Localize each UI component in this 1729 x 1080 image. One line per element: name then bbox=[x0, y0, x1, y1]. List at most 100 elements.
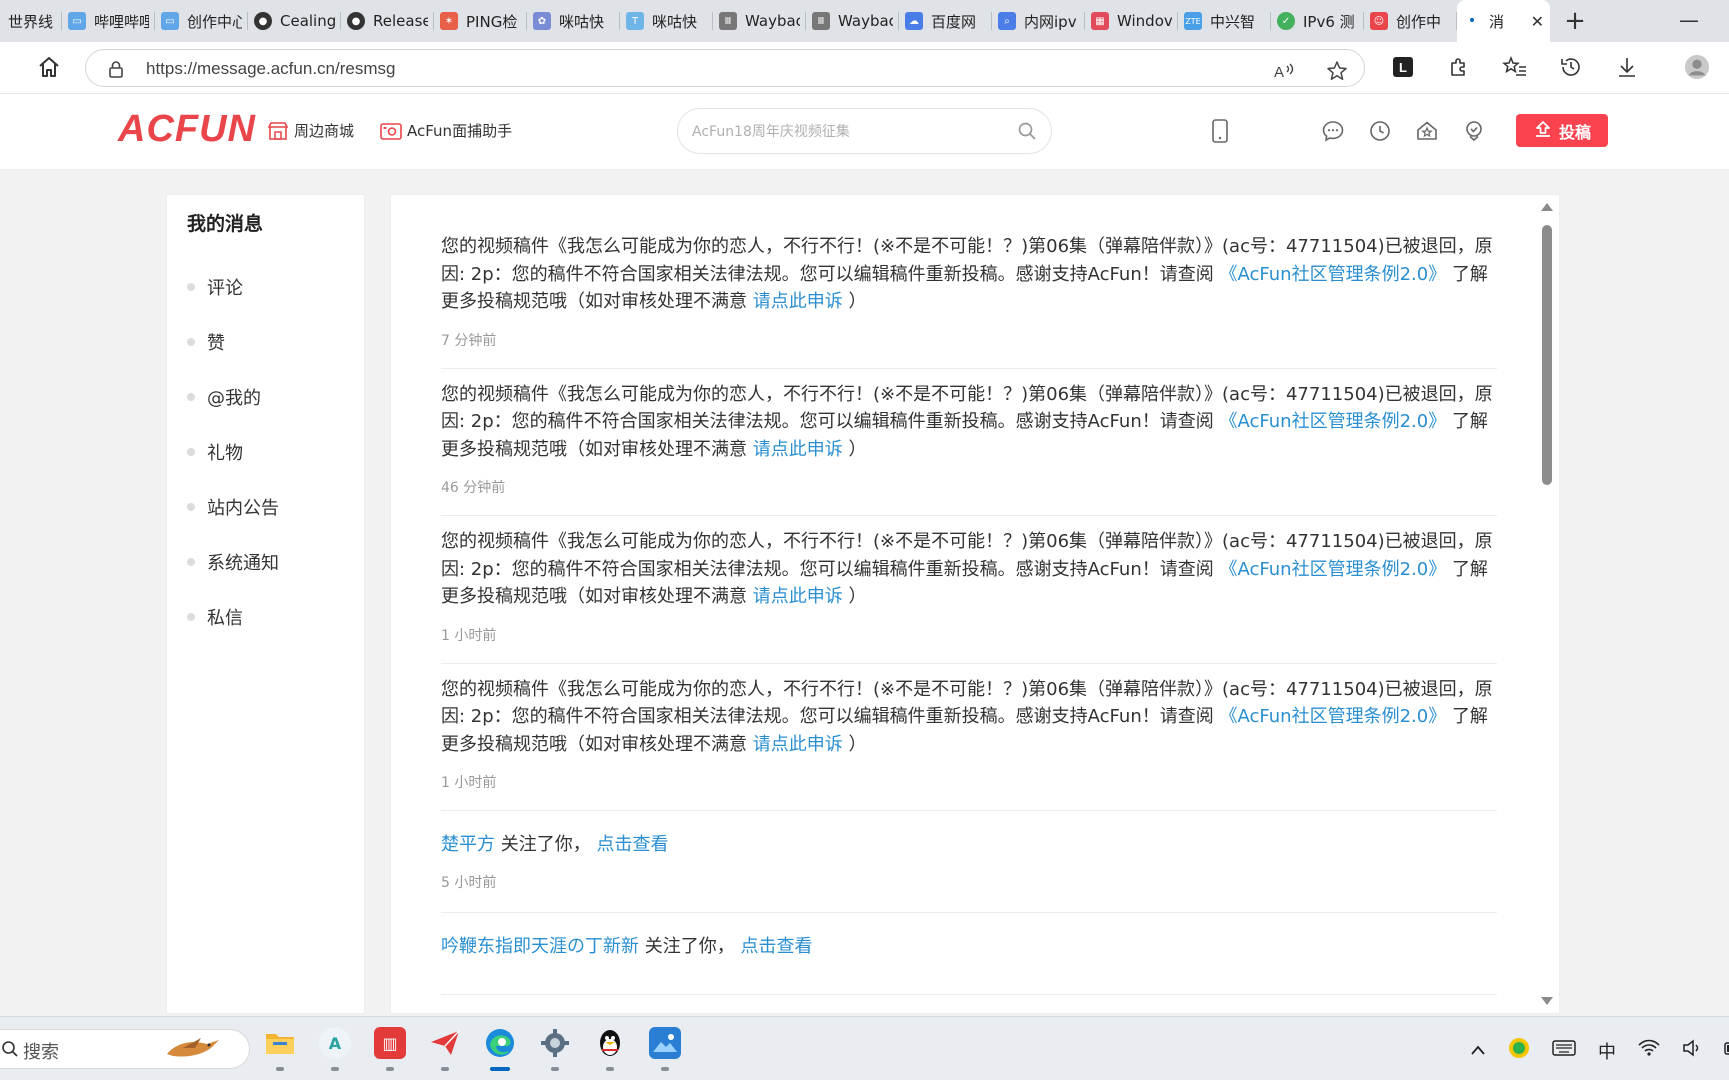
active-indicator bbox=[490, 1067, 510, 1071]
favorites-icon[interactable] bbox=[1502, 54, 1528, 80]
message-time: 1 小时前 bbox=[441, 627, 497, 644]
read-aloud-icon[interactable]: A bbox=[1272, 58, 1298, 84]
browser-tab[interactable]: ☁ 百度网 bbox=[899, 0, 992, 42]
download-icon[interactable] bbox=[1614, 54, 1640, 80]
close-icon[interactable]: ✕ bbox=[1531, 12, 1544, 31]
mobile-app-icon[interactable] bbox=[1207, 118, 1233, 144]
settings-gear-icon[interactable] bbox=[537, 1027, 573, 1071]
qq-app-icon[interactable] bbox=[592, 1027, 628, 1071]
upload-button[interactable]: 投稿 bbox=[1516, 114, 1608, 147]
browser-tab[interactable]: ▭ 创作中心 bbox=[155, 0, 248, 42]
red-castle-app-icon[interactable]: ▥ bbox=[372, 1027, 408, 1071]
rules-link[interactable]: 《AcFun社区管理条例2.0》 bbox=[1219, 706, 1446, 727]
chevron-up-icon[interactable] bbox=[1470, 1040, 1486, 1061]
rules-link[interactable]: 《AcFun社区管理条例2.0》 bbox=[1219, 411, 1446, 432]
header-icon-group bbox=[1320, 118, 1487, 144]
list-item: 您的视频稿件《我怎么可能成为你的恋人，不行不行！(※不是不可能！？)第06集（弹… bbox=[441, 221, 1497, 369]
browser-tab-active[interactable]: • 消 ✕ bbox=[1457, 0, 1550, 42]
taskbar-search-box[interactable]: 搜索 bbox=[0, 1029, 250, 1069]
view-link[interactable]: 点击查看 bbox=[740, 936, 812, 957]
sidebar-item-private-messages[interactable]: 私信 bbox=[187, 589, 279, 644]
appeal-link[interactable]: 请点此申诉 bbox=[753, 734, 843, 755]
sidebar-item-gifts[interactable]: 礼物 bbox=[187, 424, 279, 479]
dynamic-icon[interactable] bbox=[1461, 118, 1487, 144]
browser-tab[interactable]: ● Release bbox=[341, 0, 434, 42]
history-clock-icon[interactable] bbox=[1367, 118, 1393, 144]
address-bar[interactable]: https://message.acfun.cn/resmsg A bbox=[85, 49, 1365, 87]
bullet-icon bbox=[187, 392, 195, 401]
browser-tab[interactable]: 世界线 bbox=[0, 0, 62, 42]
tab-favicon-icon: ✿ bbox=[533, 12, 551, 30]
favorites-home-icon[interactable] bbox=[1414, 118, 1440, 144]
running-indicator bbox=[551, 1067, 559, 1071]
extensions-puzzle-icon[interactable] bbox=[1446, 54, 1472, 80]
search-icon[interactable] bbox=[1017, 121, 1037, 141]
browser-tab[interactable]: T 咪咕快 bbox=[620, 0, 713, 42]
red-arrow-app-icon[interactable] bbox=[427, 1027, 463, 1071]
nav-shop-label: 周边商城 bbox=[294, 122, 355, 140]
message-icon[interactable] bbox=[1320, 118, 1346, 144]
rules-link[interactable]: 《AcFun社区管理条例2.0》 bbox=[1219, 559, 1446, 580]
edge-browser-icon[interactable] bbox=[482, 1027, 518, 1071]
url-text[interactable]: https://message.acfun.cn/resmsg bbox=[146, 59, 395, 79]
browser-tab[interactable]: ✿ 咪咕快 bbox=[527, 0, 620, 42]
bullet-icon bbox=[187, 557, 195, 566]
sidebar-item-comments[interactable]: 评论 bbox=[187, 259, 279, 314]
history-icon[interactable] bbox=[1558, 54, 1584, 80]
appeal-link[interactable]: 请点此申诉 bbox=[753, 439, 843, 460]
browser-toolbar: https://message.acfun.cn/resmsg A L bbox=[0, 42, 1729, 94]
nav-shop-link[interactable]: 周边商城 bbox=[267, 120, 354, 141]
message-time: 5 小时前 bbox=[441, 875, 497, 891]
acfun-logo[interactable]: ACFUN bbox=[118, 108, 256, 151]
appeal-link[interactable]: 请点此申诉 bbox=[753, 586, 843, 607]
browser-tab[interactable]: Ⅲ Wayback bbox=[806, 0, 899, 42]
view-link[interactable]: 点击查看 bbox=[596, 834, 668, 855]
browser-tab[interactable]: ☺ 创作中 bbox=[1364, 0, 1457, 42]
upload-icon bbox=[1533, 119, 1553, 143]
keyboard-icon[interactable] bbox=[1552, 1039, 1576, 1062]
browser-tab[interactable]: ✶ PING检 bbox=[434, 0, 527, 42]
lock-icon[interactable] bbox=[108, 60, 124, 78]
tab-favicon-icon: T bbox=[626, 12, 644, 30]
rules-link[interactable]: 《AcFun社区管理条例2.0》 bbox=[1219, 264, 1446, 285]
new-tab-button[interactable]: + bbox=[1550, 0, 1600, 42]
browser-tab[interactable]: ● Cealing bbox=[248, 0, 341, 42]
scrollbar[interactable] bbox=[1535, 195, 1559, 1013]
profile-avatar-icon[interactable] bbox=[1684, 54, 1710, 80]
sidebar-item-mentions[interactable]: @我的 bbox=[187, 369, 279, 424]
browser-tab[interactable]: Ⅲ Wayback bbox=[713, 0, 806, 42]
check-icon: ✓ bbox=[1277, 12, 1295, 30]
favorite-star-icon[interactable] bbox=[1324, 58, 1350, 84]
volume-icon[interactable] bbox=[1682, 1039, 1702, 1062]
photos-app-icon[interactable] bbox=[647, 1027, 683, 1071]
browser-tab[interactable]: ⌕ 内网ipv bbox=[992, 0, 1085, 42]
extension-l-icon[interactable]: L bbox=[1390, 54, 1416, 80]
ime-indicator[interactable]: 中 bbox=[1598, 1038, 1616, 1064]
search-input[interactable] bbox=[692, 120, 992, 144]
tab-label: Cealing bbox=[280, 12, 335, 30]
browser-tab[interactable]: ZTE 中兴智 bbox=[1178, 0, 1271, 42]
home-icon[interactable] bbox=[36, 54, 62, 80]
scroll-up-arrow-icon[interactable] bbox=[1541, 203, 1553, 211]
battery-icon[interactable] bbox=[1724, 1040, 1729, 1061]
browser-tab[interactable]: ▦ Windov bbox=[1085, 0, 1178, 42]
appeal-link[interactable]: 请点此申诉 bbox=[753, 291, 843, 312]
app-a-icon[interactable]: A bbox=[317, 1027, 353, 1071]
wifi-icon[interactable] bbox=[1638, 1039, 1660, 1062]
scrollbar-thumb[interactable] bbox=[1542, 225, 1552, 485]
sidebar-item-label: 私信 bbox=[207, 607, 243, 629]
user-link[interactable]: 吟鞭东指即天涯の丁新新 bbox=[441, 936, 639, 957]
browser-tab[interactable]: ▭ 哔哩哔哩 bbox=[62, 0, 155, 42]
security-shield-icon[interactable] bbox=[1508, 1037, 1530, 1064]
sidebar-item-likes[interactable]: 赞 bbox=[187, 314, 279, 369]
file-explorer-icon[interactable] bbox=[262, 1027, 298, 1071]
browser-tab[interactable]: ✓ IPv6 测 bbox=[1271, 0, 1364, 42]
site-search-box[interactable] bbox=[677, 108, 1052, 154]
nav-face-capture-link[interactable]: AcFun面捕助手 bbox=[380, 120, 512, 141]
sidebar-item-announcements[interactable]: 站内公告 bbox=[187, 479, 279, 534]
sidebar-item-system-notices[interactable]: 系统通知 bbox=[187, 534, 279, 589]
minimize-window-button[interactable]: — bbox=[1679, 8, 1699, 32]
user-link[interactable]: 楚平方 bbox=[441, 834, 495, 855]
scroll-down-arrow-icon[interactable] bbox=[1541, 997, 1553, 1005]
loading-icon: • bbox=[1467, 13, 1477, 29]
